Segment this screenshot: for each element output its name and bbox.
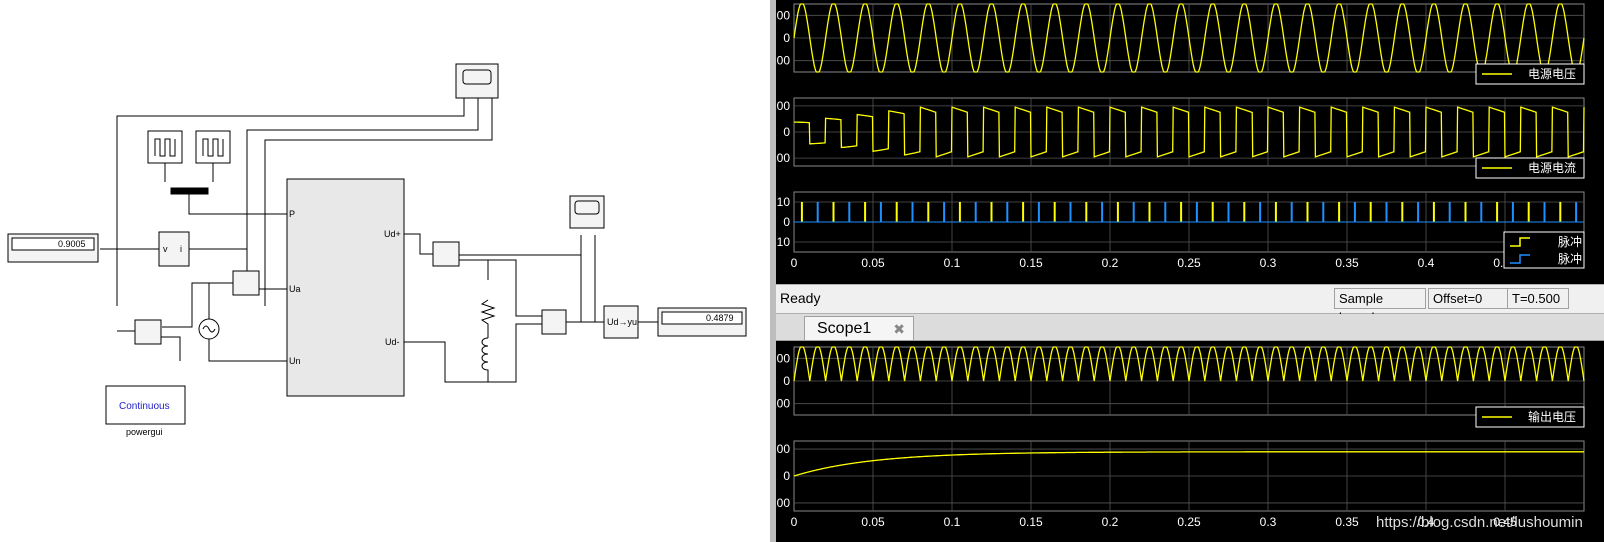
- axes-output-voltage: 200 0 -200 输出电压: [776, 346, 1585, 428]
- x-tick-label: 0.15: [1019, 515, 1043, 529]
- bridge-port-un: Un: [289, 356, 301, 366]
- legend-label: 输出电压: [1528, 409, 1576, 424]
- thyristor-bridge-block[interactable]: [286, 178, 405, 397]
- y-tick-label: -10: [776, 235, 790, 249]
- y-tick-label: 0: [783, 125, 790, 139]
- vmeter-label: v: [163, 244, 168, 254]
- legend-pulse-2: 脉冲: [1558, 251, 1582, 266]
- status-offset: Offset=0: [1428, 288, 1508, 309]
- x-tick-label: 0: [791, 515, 798, 529]
- y-tick-label: 0: [783, 31, 790, 45]
- display1-value: 0.9005: [58, 239, 86, 249]
- x-tick-label: 0.1: [944, 256, 961, 270]
- axes-current: 100 0 -100 电源电流: [776, 97, 1585, 179]
- y-tick-label: 10: [777, 195, 791, 209]
- voltage-measurement-output[interactable]: [432, 241, 460, 267]
- y-tick-label: 200: [776, 8, 790, 22]
- tab-scope1[interactable]: Scope1 ✖: [804, 316, 914, 340]
- x-tick-label: 0.4: [1418, 256, 1435, 270]
- x-tick-label: 0.3: [1260, 515, 1277, 529]
- axes-voltage: 200 0 -200 电源电压: [776, 3, 1585, 85]
- watermark-text: https://blog.csdn.net/lushoumin: [1376, 514, 1583, 531]
- scope-block-top[interactable]: [455, 63, 499, 99]
- x-tick-label: 0.2: [1102, 256, 1119, 270]
- y-tick-label: 0: [783, 469, 790, 483]
- mux-block[interactable]: [170, 187, 209, 195]
- x-tick-label: 0.3: [1260, 256, 1277, 270]
- bridge-port-p: P: [289, 209, 295, 219]
- powergui-caption: powergui: [126, 427, 163, 437]
- axes-pulse: 100-1000.050.10.150.20.250.30.350.40.45脉…: [776, 191, 1585, 270]
- y-tick-label: 0: [783, 215, 790, 229]
- y-tick-label: 0: [783, 374, 790, 388]
- bridge-port-udminus: Ud-: [385, 337, 400, 347]
- powergui-label: Continuous: [119, 401, 170, 412]
- bridge-port-ua: Ua: [289, 284, 301, 294]
- status-time: T=0.500: [1507, 288, 1569, 309]
- ud-block-label: Ud→yu: [607, 317, 637, 327]
- legend-label: 电源电压: [1528, 67, 1576, 81]
- y-tick-label: -200: [776, 54, 790, 68]
- status-sample-based: Sample based: [1334, 288, 1426, 325]
- x-tick-label: 0.25: [1177, 256, 1201, 270]
- x-tick-label: 0.35: [1335, 256, 1359, 270]
- x-tick-label: 0: [791, 256, 798, 270]
- y-tick-label: 100: [776, 99, 790, 113]
- x-tick-label: 0.2: [1102, 515, 1119, 529]
- close-icon[interactable]: ✖: [893, 317, 905, 341]
- voltage-measurement-source[interactable]: [134, 319, 162, 345]
- legend-pulse-1: 脉冲: [1558, 234, 1582, 249]
- legend-label: 电源电流: [1528, 161, 1576, 175]
- y-tick-label: -200: [776, 397, 790, 411]
- y-tick-label: 100: [776, 442, 790, 456]
- scope-tab-bar: Scope1 ✖: [776, 314, 1604, 341]
- imeter-label: i: [180, 244, 182, 254]
- status-ready: Ready: [780, 290, 821, 306]
- scope-window-bottom: 2000-200输出电压 1000-10000.050.10.150.20.25…: [776, 341, 1604, 542]
- y-tick-label: 200: [776, 351, 790, 365]
- voltage-measurement-left[interactable]: [232, 270, 260, 296]
- display2-value: 0.4879: [706, 313, 734, 323]
- tab-scope1-label: Scope1: [817, 320, 872, 337]
- x-tick-label: 0.35: [1335, 515, 1359, 529]
- status-bar: Ready Sample based Offset=0 T=0.500: [776, 284, 1604, 325]
- x-tick-label: 0.25: [1177, 515, 1201, 529]
- v-measurement-output-2[interactable]: [541, 309, 567, 335]
- x-tick-label: 0.15: [1019, 256, 1043, 270]
- x-tick-label: 0.05: [861, 256, 885, 270]
- x-tick-label: 0.05: [861, 515, 885, 529]
- y-tick-label: -100: [776, 496, 790, 510]
- bridge-port-udplus: Ud+: [384, 229, 401, 239]
- scope-window-top: 2000-200电源电压 1000-100电源电流 100-1000.050.1…: [776, 0, 1604, 288]
- simulink-diagram: 0.9005 0.4879 P Ua Un Ud+ Ud- Ud→yu v i …: [7, 63, 747, 437]
- y-tick-label: -100: [776, 151, 790, 165]
- x-tick-label: 0.1: [944, 515, 961, 529]
